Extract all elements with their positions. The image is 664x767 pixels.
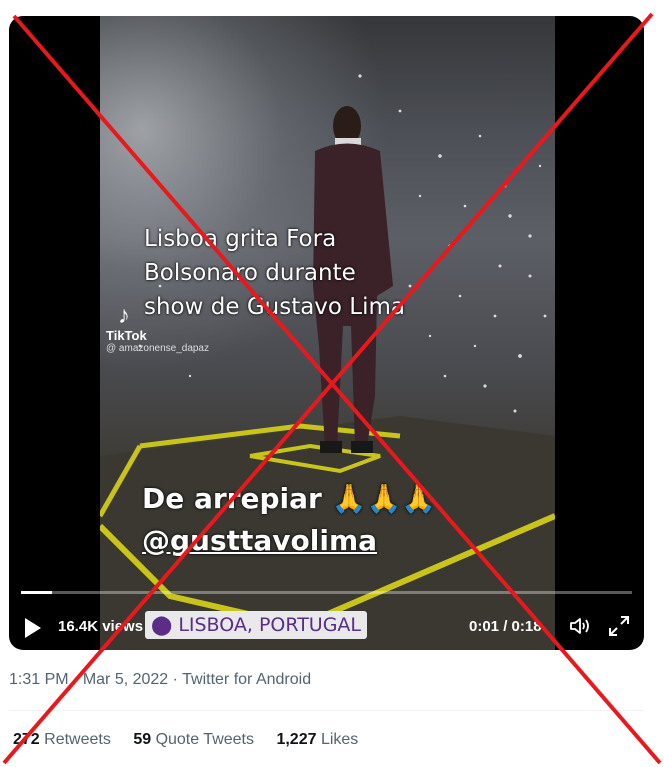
- play-icon[interactable]: [25, 618, 41, 638]
- progress-fill: [21, 591, 52, 594]
- retweets-label: Retweets: [44, 731, 111, 748]
- tweet-time[interactable]: 1:31 PM: [9, 671, 69, 688]
- quote-tweets-link[interactable]: 59 Quote Tweets: [133, 731, 254, 748]
- view-count: 16.4K views: [58, 618, 144, 635]
- meta-separator: ·: [168, 671, 183, 688]
- reaction-handle: @gusttavolima: [142, 524, 378, 557]
- meta-separator: ·: [68, 671, 83, 688]
- tweet-date[interactable]: Mar 5, 2022: [83, 671, 168, 688]
- caption-line: Bolsonaro durante: [144, 260, 356, 286]
- video-frame[interactable]: Lisboa grita Fora Bolsonaro durante show…: [100, 16, 555, 650]
- video-player[interactable]: Lisboa grita Fora Bolsonaro durante show…: [9, 16, 644, 650]
- tiktok-logo-icon: ♪: [118, 302, 130, 329]
- tweet-stats: 272 Retweets 59 Quote Tweets 1,227 Likes: [13, 731, 376, 749]
- tiktok-brand: TikTok: [106, 328, 147, 343]
- retweets-count: 272: [13, 731, 40, 748]
- likes-label: Likes: [320, 731, 359, 748]
- video-reaction-overlay: De arrepiar 🙏🙏🙏 @gusttavolima: [142, 478, 436, 562]
- tweet-source: Twitter for Android: [182, 671, 312, 688]
- video-controls: 16.4K views 0:01 / 0:18: [9, 606, 644, 646]
- volume-icon[interactable]: [567, 614, 591, 638]
- caption-line: Lisboa grita Fora: [144, 226, 337, 252]
- quote-tweets-label: Quote Tweets: [155, 731, 254, 748]
- likes-link[interactable]: 1,227 Likes: [276, 731, 358, 748]
- likes-count: 1,227: [276, 731, 317, 748]
- video-time: 0:01 / 0:18: [469, 618, 542, 635]
- tiktok-watermark: ♪ TikTok @ amazonense_dapaz: [106, 302, 209, 355]
- divider: [9, 710, 644, 711]
- fullscreen-icon[interactable]: [607, 614, 631, 638]
- tiktok-username: @ amazonense_dapaz: [106, 343, 209, 354]
- quote-tweets-count: 59: [133, 731, 152, 748]
- tweet-meta: 1:31 PM · Mar 5, 2022 · Twitter for Andr…: [9, 671, 311, 689]
- retweets-link[interactable]: 272 Retweets: [13, 731, 111, 748]
- reaction-line: De arrepiar 🙏🙏🙏: [142, 482, 437, 515]
- video-progress-bar[interactable]: [21, 591, 632, 594]
